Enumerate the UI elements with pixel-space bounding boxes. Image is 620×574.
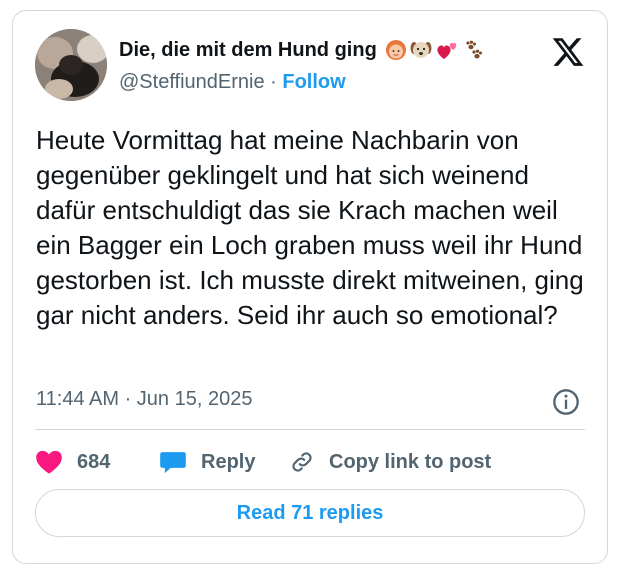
read-replies-button[interactable]: Read 71 replies [35, 489, 585, 537]
like-button[interactable]: 684 [35, 449, 159, 475]
two-hearts-emoji [437, 42, 457, 59]
action-bar: 684 Reply Copy link to post [35, 445, 491, 479]
copy-link-label: Copy link to post [329, 450, 492, 473]
heart-icon [36, 450, 62, 474]
tweet-text: Heute Vormittag hat meine Nachbarin von … [36, 125, 584, 330]
tweet-timestamp[interactable]: 11:44 AM · Jun 15, 2025 [36, 388, 252, 411]
reply-bubble-icon [160, 452, 186, 474]
divider [35, 429, 585, 430]
author-name-row: Die, die mit dem Hund ging [119, 37, 484, 63]
info-icon[interactable] [552, 388, 580, 416]
avatar[interactable] [35, 29, 107, 101]
author-display-name[interactable]: Die, die mit dem Hund ging [119, 39, 377, 62]
like-count: 684 [77, 450, 111, 473]
link-icon [292, 452, 312, 472]
tweet-card: Die, die mit dem Hund ging @SteffiundErn… [12, 10, 608, 564]
woman-emoji [385, 40, 406, 60]
author-handle[interactable]: @SteffiundErnie [119, 71, 265, 93]
paw-prints-emoji [466, 40, 482, 59]
name-emojis [385, 39, 484, 61]
reply-button[interactable]: Reply [159, 449, 289, 475]
dog-face-emoji [410, 42, 432, 58]
handle-separator: · [270, 71, 277, 93]
x-logo-icon[interactable] [551, 35, 585, 69]
follow-button[interactable]: Follow [282, 71, 345, 93]
reply-label: Reply [201, 450, 256, 473]
copy-link-button[interactable]: Copy link to post [289, 449, 491, 475]
author-handle-row: @SteffiundErnie · Follow [119, 71, 346, 94]
